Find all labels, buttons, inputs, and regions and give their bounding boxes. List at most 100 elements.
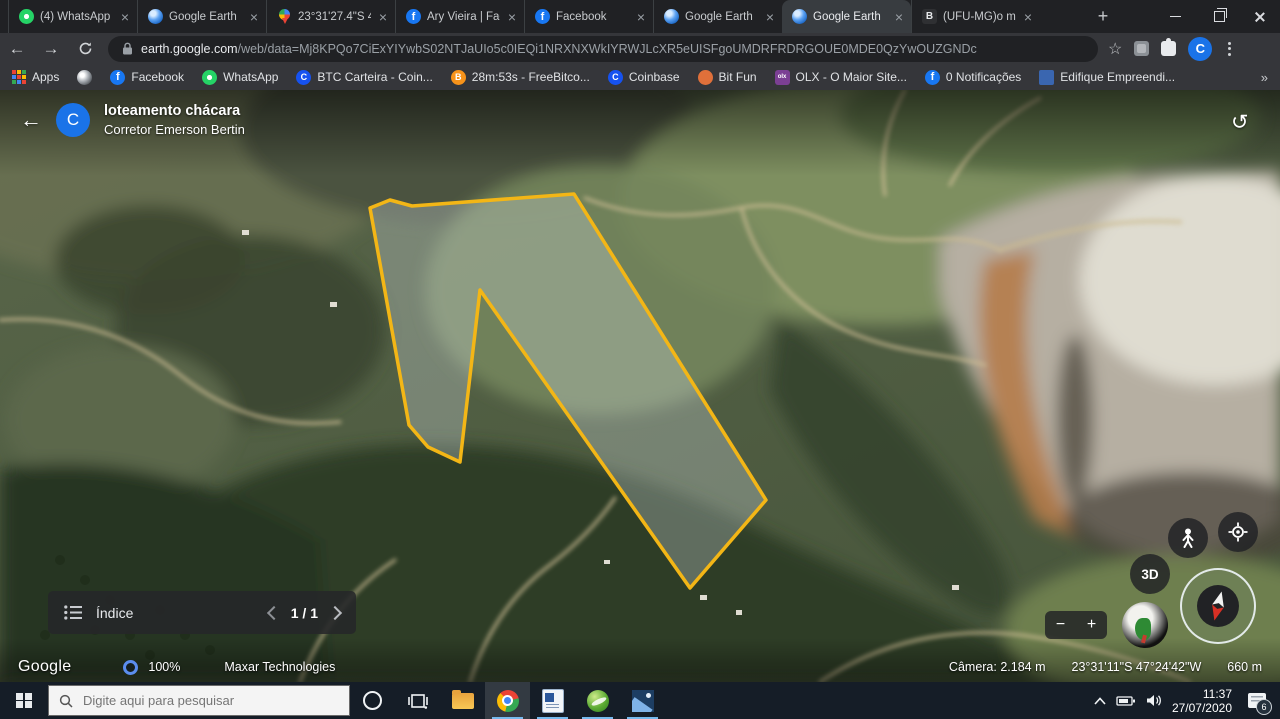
previous-page-icon[interactable] bbox=[267, 605, 281, 619]
earth-globe-icon bbox=[664, 9, 679, 24]
placemark-title: loteamento chácara bbox=[104, 102, 245, 121]
toolbar-right-icons: ☆ C bbox=[1108, 37, 1235, 61]
zoom-control: − + bbox=[1045, 611, 1107, 639]
profile-avatar[interactable]: C bbox=[1188, 37, 1212, 61]
url-host: earth.google.com bbox=[141, 42, 238, 56]
task-view-button[interactable] bbox=[395, 682, 440, 719]
window-close-button[interactable] bbox=[1240, 0, 1280, 33]
new-tab-button[interactable]: + bbox=[1088, 0, 1118, 33]
extensions-puzzle-icon[interactable] bbox=[1161, 41, 1176, 56]
bookmark-star-icon[interactable]: ☆ bbox=[1108, 39, 1122, 59]
window-minimize-button[interactable] bbox=[1154, 0, 1196, 33]
my-location-button[interactable] bbox=[1218, 512, 1258, 552]
speaker-icon bbox=[1146, 694, 1162, 707]
system-tray: 11:37 27/07/2020 6 bbox=[1094, 686, 1280, 716]
windows-taskbar: 11:37 27/07/2020 6 bbox=[0, 682, 1280, 719]
bookmark-bit-fun[interactable]: Bit Fun bbox=[698, 70, 757, 85]
search-input[interactable] bbox=[81, 692, 315, 709]
tab-label: (UFU-MG)o m bbox=[943, 11, 1016, 23]
google-logo: Google bbox=[18, 658, 71, 676]
compass-control[interactable] bbox=[1180, 568, 1256, 644]
3d-toggle-button[interactable]: 3D bbox=[1130, 554, 1170, 594]
tray-chevron-button[interactable] bbox=[1094, 697, 1106, 705]
file-explorer-button[interactable] bbox=[440, 682, 485, 719]
pegman-streetview-button[interactable] bbox=[1168, 518, 1208, 558]
back-button[interactable]: ← bbox=[0, 35, 34, 63]
word-taskbar-button[interactable] bbox=[530, 682, 575, 719]
next-page-icon[interactable] bbox=[328, 605, 342, 619]
bookmark-notificacoes[interactable]: 0 Notificações bbox=[925, 70, 1021, 85]
reload-button[interactable] bbox=[68, 35, 102, 63]
action-center-button[interactable]: 6 bbox=[1242, 686, 1272, 716]
close-tab-icon[interactable]: × bbox=[377, 9, 389, 25]
address-bar[interactable]: earth.google.com/web/data=Mj8KPQo7CiExYI… bbox=[108, 36, 1098, 62]
window-restore-button[interactable] bbox=[1198, 0, 1240, 33]
bookmark-facebook[interactable]: Facebook bbox=[110, 70, 184, 85]
bookmark-olx[interactable]: OLX - O Maior Site... bbox=[775, 70, 907, 85]
bookmark-whatsapp[interactable]: WhatsApp bbox=[202, 70, 278, 85]
extension-icon[interactable] bbox=[1134, 41, 1149, 56]
close-tab-icon[interactable]: × bbox=[635, 9, 647, 25]
zoom-in-button[interactable]: + bbox=[1087, 616, 1096, 634]
zoom-out-button[interactable]: − bbox=[1056, 616, 1065, 634]
tab-ary-vieira[interactable]: Ary Vieira | Fac × bbox=[395, 0, 524, 33]
reset-rotation-button[interactable]: ↺ bbox=[1231, 110, 1249, 135]
tab-google-earth-active[interactable]: Google Earth × bbox=[782, 0, 911, 33]
close-tab-icon[interactable]: × bbox=[119, 9, 131, 25]
tab-label: Facebook bbox=[556, 11, 629, 23]
bookmark-label: BTC Carteira - Coin... bbox=[317, 70, 432, 84]
close-tab-icon[interactable]: × bbox=[248, 9, 260, 25]
tab-ufu-mg[interactable]: (UFU-MG)o m × bbox=[911, 0, 1040, 33]
close-tab-icon[interactable]: × bbox=[893, 9, 905, 25]
chrome-menu-icon[interactable] bbox=[1224, 42, 1235, 56]
pegman-icon bbox=[1180, 528, 1196, 548]
camera-coordinates: 23°31'11"S 47°24'42"W bbox=[1072, 660, 1202, 674]
bookmark-btc-carteira[interactable]: BTC Carteira - Coin... bbox=[296, 70, 432, 85]
coinbase-icon bbox=[296, 70, 311, 85]
green-sphere-icon bbox=[587, 690, 609, 712]
chevron-up-icon bbox=[1094, 697, 1106, 705]
placemark-titles: loteamento chácara Corretor Emerson Bert… bbox=[104, 102, 245, 138]
close-tab-icon[interactable]: × bbox=[1022, 9, 1034, 25]
close-tab-icon[interactable]: × bbox=[764, 9, 776, 25]
search-icon bbox=[59, 694, 73, 708]
bookmark-freebitco[interactable]: 28m:53s - FreeBitco... bbox=[451, 70, 590, 85]
tab-maps-coordinates[interactable]: 23°31'27.4"S 4 × bbox=[266, 0, 395, 33]
bookmark-label: WhatsApp bbox=[223, 70, 278, 84]
my-location-icon bbox=[1228, 522, 1248, 542]
earth-pro-taskbar-button[interactable] bbox=[575, 682, 620, 719]
taskbar-clock[interactable]: 11:37 27/07/2020 bbox=[1172, 687, 1232, 715]
tab-google-earth-1[interactable]: Google Earth × bbox=[137, 0, 266, 33]
earth-map-viewport[interactable]: ← C loteamento chácara Corretor Emerson … bbox=[0, 90, 1280, 682]
start-button[interactable] bbox=[0, 682, 48, 719]
bookmark-label: Coinbase bbox=[629, 70, 680, 84]
tab-facebook[interactable]: Facebook × bbox=[524, 0, 653, 33]
forward-button[interactable]: → bbox=[34, 35, 68, 63]
photos-taskbar-button[interactable] bbox=[620, 682, 665, 719]
clock-date: 27/07/2020 bbox=[1172, 701, 1232, 715]
bookmark-globe[interactable] bbox=[77, 70, 92, 85]
bookmark-coinbase[interactable]: Coinbase bbox=[608, 70, 680, 85]
index-label[interactable]: Índice bbox=[96, 605, 133, 621]
globe-overview-button[interactable] bbox=[1122, 602, 1168, 648]
tab-google-earth-2[interactable]: Google Earth × bbox=[653, 0, 782, 33]
tab-label: Google Earth bbox=[685, 11, 758, 23]
battery-status-button[interactable] bbox=[1116, 695, 1136, 707]
taskbar-search[interactable] bbox=[48, 685, 350, 716]
close-tab-icon[interactable]: × bbox=[506, 9, 518, 25]
cortana-button[interactable] bbox=[350, 682, 395, 719]
index-panel: Índice 1 / 1 bbox=[48, 591, 356, 634]
compass-dial bbox=[1197, 585, 1239, 627]
chrome-taskbar-button[interactable] bbox=[485, 682, 530, 719]
chrome-icon bbox=[497, 690, 519, 712]
tab-whatsapp[interactable]: (4) WhatsApp × bbox=[8, 0, 137, 33]
bookmark-apps[interactable]: Apps bbox=[12, 70, 59, 84]
apps-grid-icon bbox=[12, 70, 26, 84]
back-arrow-icon[interactable]: ← bbox=[20, 107, 42, 133]
bookmarks-overflow-chevron[interactable]: » bbox=[1261, 70, 1268, 85]
placemark-avatar[interactable]: C bbox=[56, 103, 90, 137]
bookmark-edifique[interactable]: Edifique Empreendi... bbox=[1039, 70, 1175, 85]
bookmark-label: Edifique Empreendi... bbox=[1060, 70, 1175, 84]
earth-globe-icon bbox=[792, 9, 807, 24]
volume-button[interactable] bbox=[1146, 694, 1162, 707]
